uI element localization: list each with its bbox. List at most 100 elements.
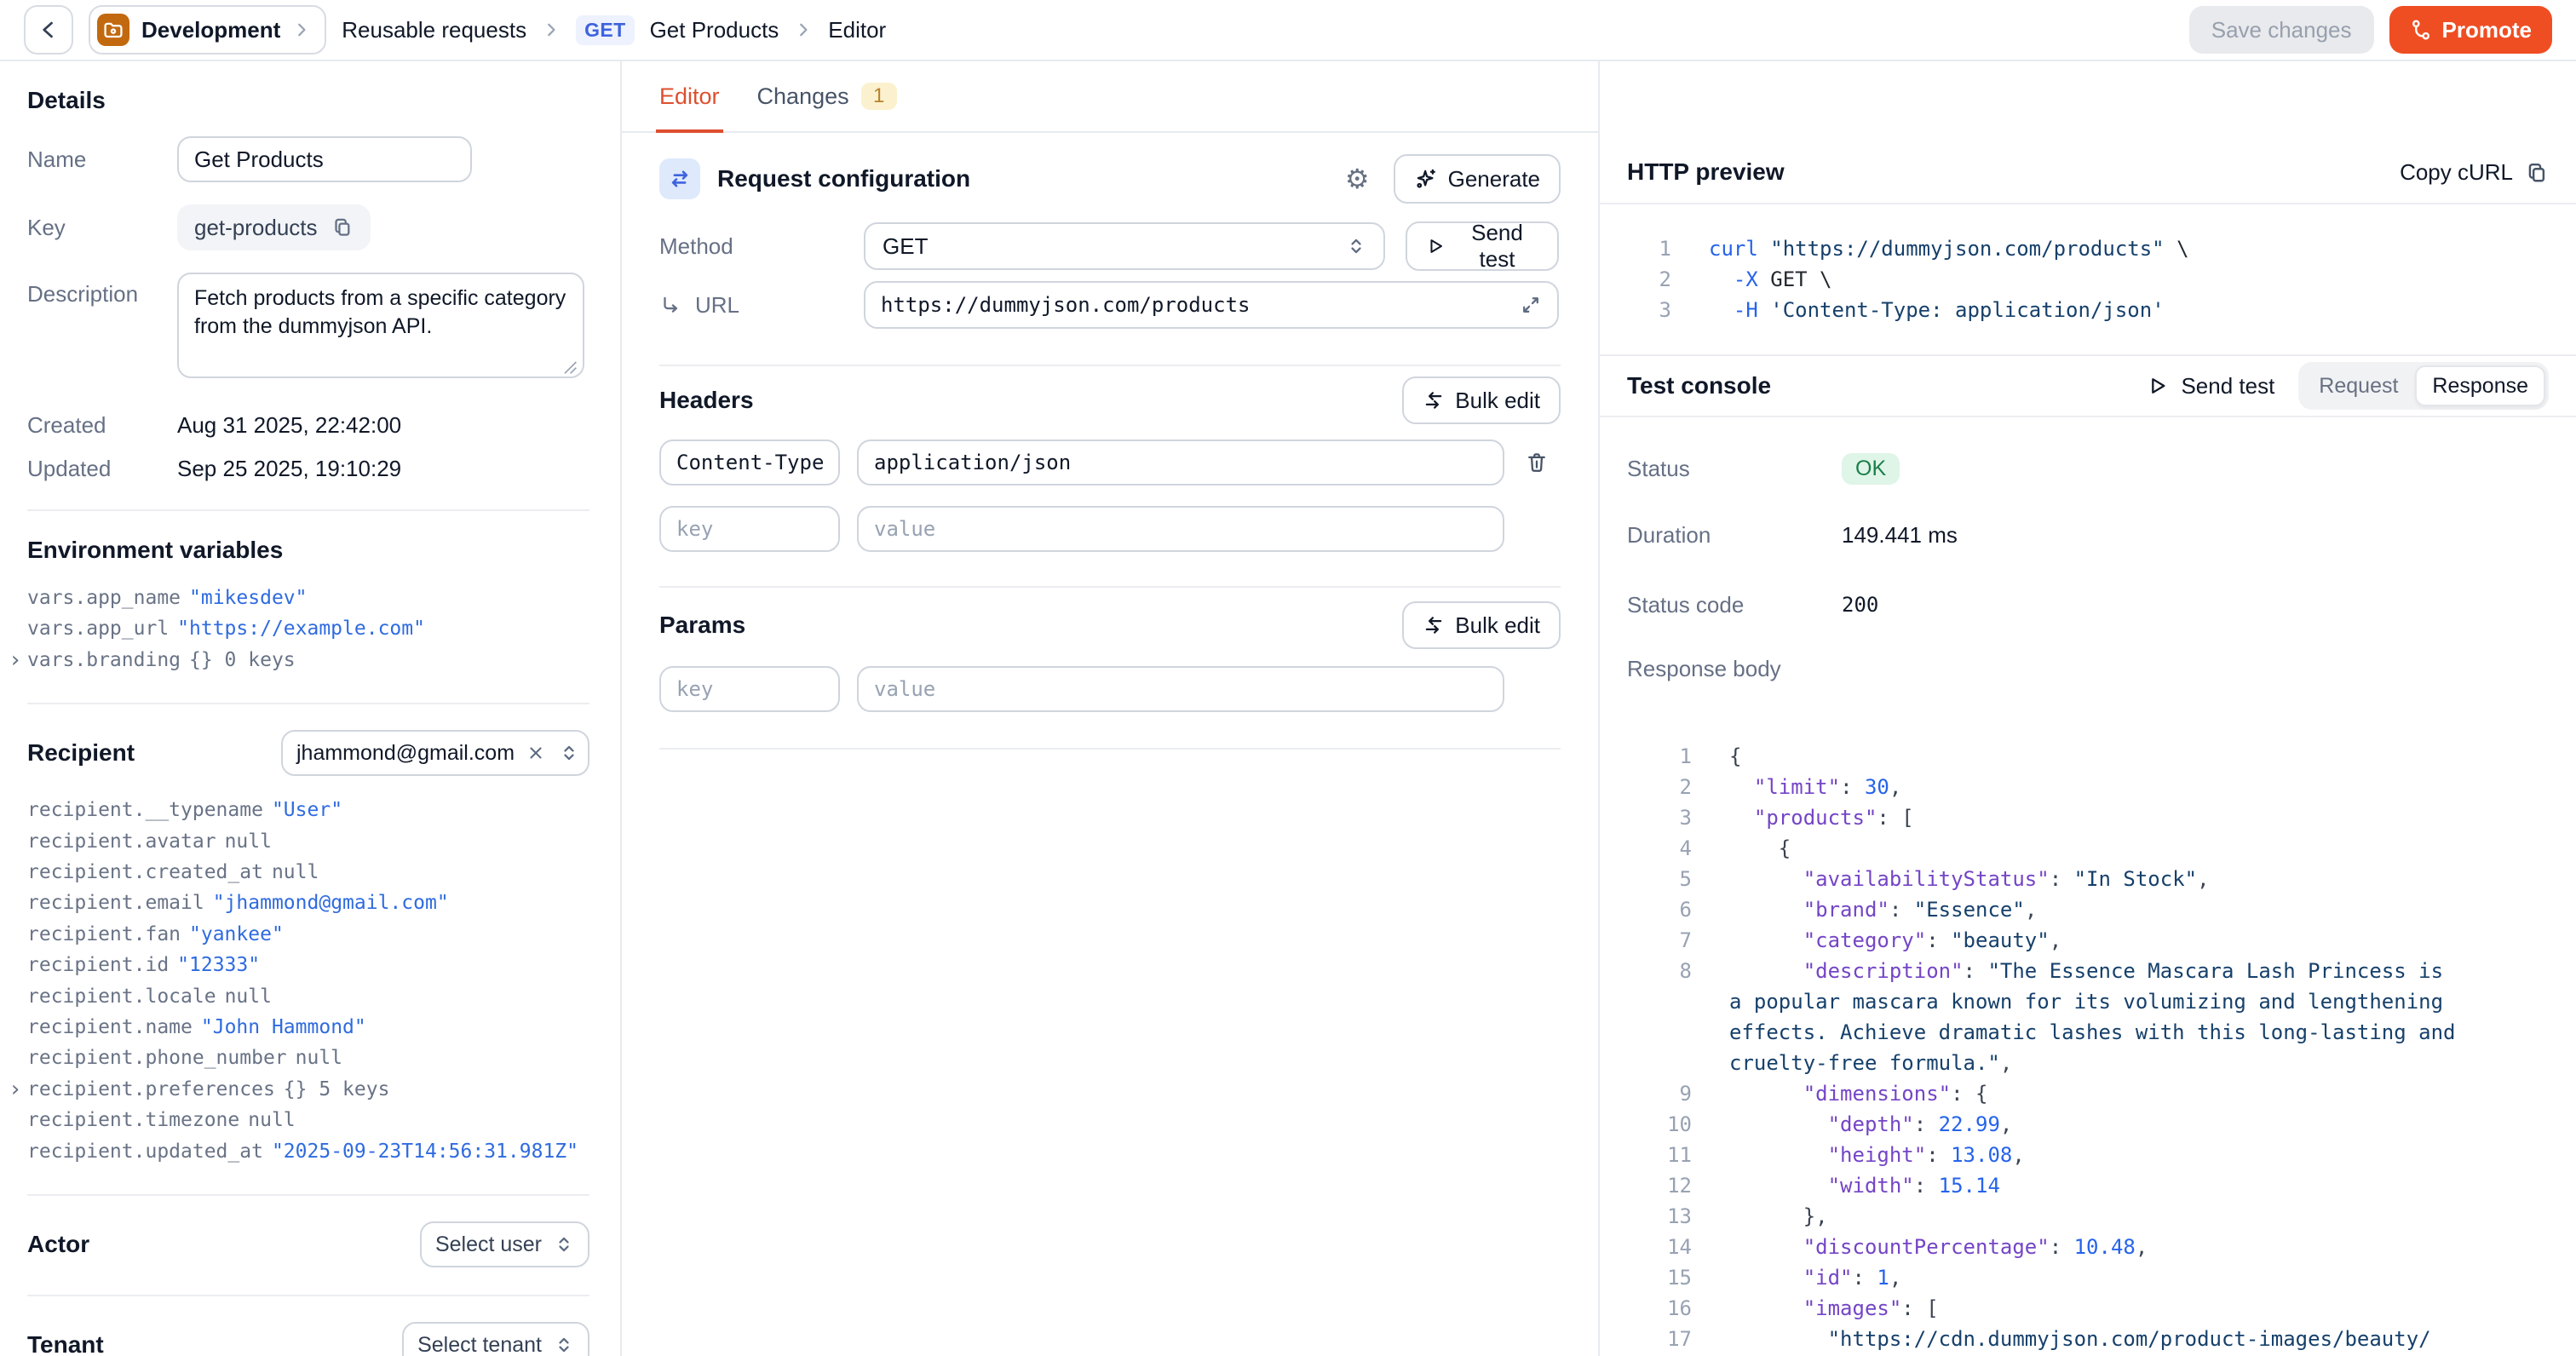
response-body-code: 1{2 "limit": 30,3 "products": [4 {5 "ava… <box>1600 741 2576 1356</box>
copy-key-icon[interactable] <box>331 216 354 238</box>
line-content: { <box>1692 741 1782 772</box>
variable-key: recipient.name <box>27 1012 193 1043</box>
headers-bulk-edit-button[interactable]: Bulk edit <box>1402 376 1561 424</box>
tab-changes[interactable]: Changes 1 <box>757 61 897 131</box>
console-send-test-label: Send test <box>2181 373 2274 399</box>
variable-value: "jhammond@gmail.com" <box>213 888 449 918</box>
header-row-empty <box>659 506 1561 552</box>
line-number: 9 <box>1600 1078 1692 1109</box>
toggle-response[interactable]: Response <box>2415 365 2545 406</box>
console-send-test-button[interactable]: Send test <box>2147 373 2274 399</box>
variable-value: null <box>296 1043 342 1073</box>
promote-button[interactable]: Promote <box>2389 6 2552 54</box>
breadcrumb-reusable-requests[interactable]: Reusable requests <box>342 17 526 43</box>
line-content: -X GET \ <box>1671 264 1832 295</box>
line-content: "brand": "Essence", <box>1692 894 2078 925</box>
name-label: Name <box>27 147 177 173</box>
url-label: URL <box>695 292 739 319</box>
line-number: 5 <box>1600 864 1692 894</box>
actor-select[interactable]: Select user <box>420 1221 589 1267</box>
description-textarea[interactable]: Fetch products from a specific category … <box>177 273 584 378</box>
line-number: 15 <box>1600 1262 1692 1293</box>
variable-key: recipient.avatar <box>27 826 216 857</box>
code-line: 1{ <box>1600 741 2576 772</box>
expand-chevron-icon[interactable]: › <box>9 1074 22 1105</box>
http-preview-title: HTTP preview <box>1627 158 1785 186</box>
header-key-input-empty[interactable] <box>659 506 840 552</box>
generate-button[interactable]: Generate <box>1394 154 1561 204</box>
method-select[interactable]: GET <box>864 222 1385 270</box>
code-line: 3 "products": [ <box>1600 802 2576 833</box>
url-label-wrap: URL <box>659 292 864 319</box>
header-key-input[interactable] <box>659 440 840 486</box>
recipient-select[interactable]: jhammond@gmail.com <box>281 730 589 776</box>
variable-key: vars.branding <box>27 645 181 675</box>
status-code-row: Status code 200 <box>1627 588 2549 622</box>
save-changes-button[interactable]: Save changes <box>2189 6 2374 54</box>
line-number: 7 <box>1600 925 1692 956</box>
created-label: Created <box>27 412 177 439</box>
param-value-input[interactable] <box>857 666 1504 712</box>
line-content: "availabilityStatus": "In Stock", <box>1692 864 2251 894</box>
copy-curl-label: Copy cURL <box>2400 159 2513 186</box>
app-window: Development Reusable requests GET Get Pr… <box>0 0 2576 1356</box>
expand-icon[interactable] <box>1520 294 1542 316</box>
tab-editor[interactable]: Editor <box>659 61 720 131</box>
divider <box>659 365 1561 366</box>
tab-changes-label: Changes <box>757 83 849 110</box>
variable-value: null <box>225 981 272 1012</box>
updated-value: Sep 25 2025, 19:10:29 <box>177 456 401 482</box>
chevron-right-icon <box>794 20 813 39</box>
code-line: 7 "category": "beauty", <box>1600 925 2576 956</box>
key-label: Key <box>27 215 177 241</box>
params-title: Params <box>659 612 745 639</box>
line-content: "height": 13.08, <box>1692 1140 2066 1170</box>
clear-recipient-icon[interactable] <box>526 744 545 762</box>
send-test-button[interactable]: Send test <box>1406 221 1559 271</box>
header-value-input[interactable] <box>857 440 1504 486</box>
variable-row: vars.app_name"mikesdev" <box>27 583 589 613</box>
header-value-input-empty[interactable] <box>857 506 1504 552</box>
select-updown-icon <box>554 1232 574 1256</box>
code-line: 10 "depth": 22.99, <box>1600 1109 2576 1140</box>
divider <box>659 586 1561 588</box>
chevron-right-icon <box>292 20 311 39</box>
details-title: Details <box>27 87 589 114</box>
toggle-request[interactable]: Request <box>2302 365 2415 406</box>
variable-row: vars.app_url"https://example.com" <box>27 613 589 644</box>
variable-row: recipient.email "jhammond@gmail.com" <box>27 888 589 918</box>
divider <box>659 748 1561 750</box>
line-number: 6 <box>1600 894 1692 925</box>
variable-value: "2025-09-23T14:56:31.981Z" <box>272 1136 578 1167</box>
param-key-input[interactable] <box>659 666 840 712</box>
variable-row: recipient.localenull <box>27 981 589 1012</box>
variable-value: "User" <box>272 795 342 825</box>
environment-switcher[interactable]: Development <box>89 5 326 55</box>
variable-key: recipient.preferences <box>27 1074 275 1105</box>
back-button[interactable] <box>24 5 73 55</box>
variable-value: null <box>248 1105 295 1135</box>
variable-value: "John Hammond" <box>201 1012 366 1043</box>
chevron-left-icon <box>37 18 60 42</box>
copy-curl-button[interactable]: Copy cURL <box>2400 159 2549 186</box>
name-input[interactable] <box>177 136 472 182</box>
breadcrumb-request-name[interactable]: Get Products <box>650 17 779 43</box>
code-line: 8 "description": "The Essence Mascara La… <box>1600 956 2576 1078</box>
duration-label: Duration <box>1627 522 1842 549</box>
created-row: Created Aug 31 2025, 22:42:00 <box>27 412 589 439</box>
variable-key: recipient.email <box>27 888 204 918</box>
params-bulk-edit-button[interactable]: Bulk edit <box>1402 601 1561 649</box>
details-sidebar: Details Name Key get-products Descripti <box>0 61 622 1356</box>
gear-icon[interactable]: ⚙ <box>1345 165 1370 192</box>
url-input[interactable]: https://dummyjson.com/products <box>864 281 1559 329</box>
expand-chevron-icon[interactable]: › <box>9 645 22 675</box>
tenant-title: Tenant <box>27 1331 104 1356</box>
delete-header-icon[interactable] <box>1525 451 1549 474</box>
main-layout: Details Name Key get-products Descripti <box>0 61 2576 1356</box>
created-value: Aug 31 2025, 22:42:00 <box>177 412 401 439</box>
breadcrumb-editor[interactable]: Editor <box>828 17 886 43</box>
headers-title: Headers <box>659 387 754 414</box>
line-number: 17 <box>1600 1324 1692 1356</box>
chevron-right-icon <box>542 20 561 39</box>
tenant-select[interactable]: Select tenant <box>402 1322 589 1356</box>
